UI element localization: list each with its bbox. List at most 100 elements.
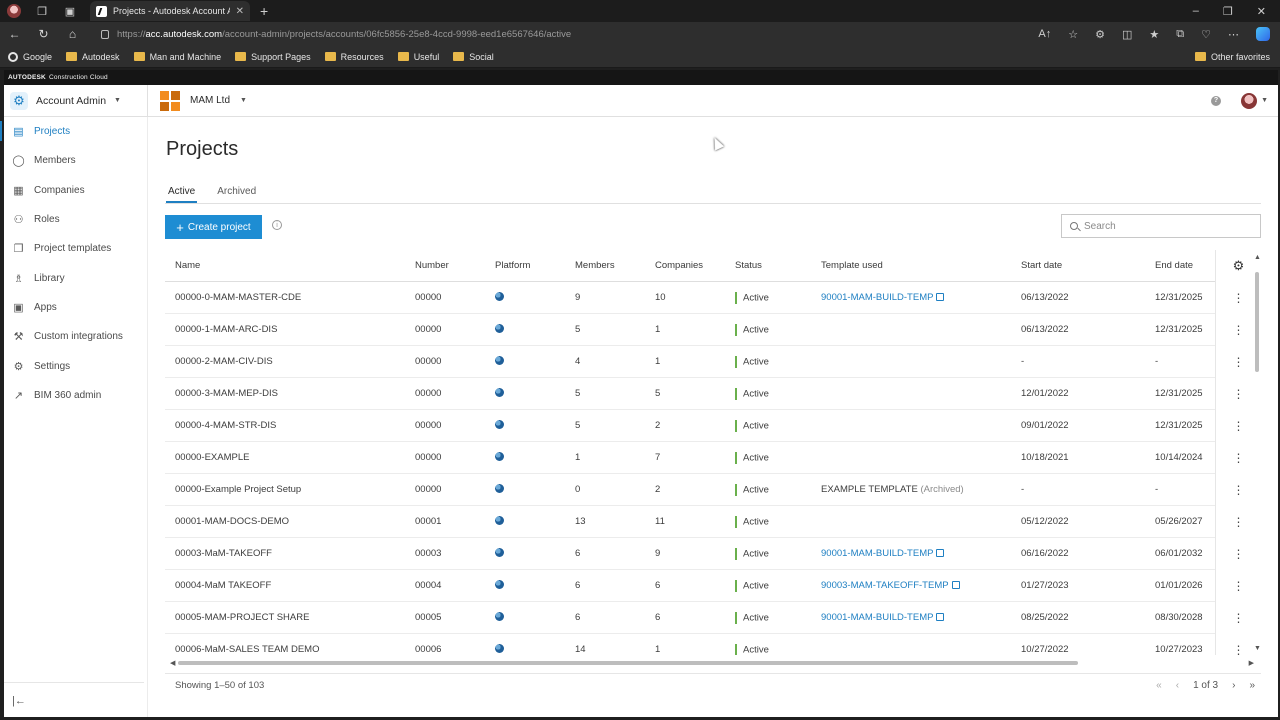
scroll-left-icon[interactable]: ◀ xyxy=(170,659,175,667)
search-input[interactable] xyxy=(1084,220,1244,232)
horizontal-scrollbar[interactable]: ◀ ▶ xyxy=(170,660,1254,667)
sidebar-item-custom-integrations[interactable]: ⚒ Custom integrations xyxy=(4,322,147,351)
column-header-status[interactable]: Status xyxy=(735,260,762,271)
table-row[interactable]: 00004-MaM TAKEOFF 00004 6 6 Active 90003-MAM-… xyxy=(165,570,1261,602)
more-options-icon[interactable]: ⋮ xyxy=(1233,420,1245,432)
sidebar-item-library[interactable]: ♗ Library xyxy=(4,263,147,292)
other-favorites[interactable]: Other favorites xyxy=(1194,52,1280,62)
table-row[interactable]: 00000-2-MAM-CIV-DIS 00000 4 1 Active - - ⋮ xyxy=(165,346,1261,378)
more-options-icon[interactable]: ⋮ xyxy=(1233,484,1245,496)
column-header-companies[interactable]: Companies xyxy=(655,260,703,271)
favorite-social[interactable]: Social xyxy=(453,52,494,62)
favorite-man-and-machine[interactable]: Man and Machine xyxy=(133,52,221,62)
more-options-icon[interactable]: ⋮ xyxy=(1233,388,1245,400)
column-header-platform[interactable]: Platform xyxy=(495,260,530,271)
more-options-icon[interactable]: ⋮ xyxy=(1233,324,1245,336)
more-options-icon[interactable]: ⋮ xyxy=(1233,452,1245,464)
project-name[interactable]: 00006-MaM-SALES TEAM DEMO xyxy=(175,644,319,655)
column-settings-gear-icon[interactable]: ⚙ xyxy=(1233,258,1245,274)
browser-tab[interactable]: Projects - Autodesk Account Adm ✕ xyxy=(90,1,250,21)
new-tab-icon[interactable]: + xyxy=(260,3,268,19)
project-name[interactable]: 00001-MAM-DOCS-DEMO xyxy=(175,516,289,527)
table-row[interactable]: 00001-MAM-DOCS-DEMO 00001 13 11 Active 05/12/… xyxy=(165,506,1261,538)
more-options-icon[interactable]: ⋮ xyxy=(1233,356,1245,368)
favorite-star-icon[interactable]: ☆ xyxy=(1068,28,1078,41)
project-name[interactable]: 00000-1-MAM-ARC-DIS xyxy=(175,324,277,335)
project-name[interactable]: 00005-MAM-PROJECT SHARE xyxy=(175,612,309,623)
scroll-right-icon[interactable]: ▶ xyxy=(1249,659,1254,667)
scroll-down-icon[interactable]: ▼ xyxy=(1254,645,1261,652)
previous-page-icon[interactable]: ‹ xyxy=(1176,680,1179,691)
horizontal-scroll-thumb[interactable] xyxy=(178,661,1078,665)
favorite-support-pages[interactable]: Support Pages xyxy=(235,52,311,62)
read-aloud-icon[interactable]: A↑ xyxy=(1038,28,1051,40)
module-switcher[interactable]: ⚙ Account Admin ▼ xyxy=(4,84,148,117)
split-screen-icon[interactable]: ◫ xyxy=(1122,28,1132,41)
project-name[interactable]: 00000-0-MAM-MASTER-CDE xyxy=(175,292,301,303)
restore-icon[interactable]: ❐ xyxy=(1223,5,1233,18)
last-page-icon[interactable]: » xyxy=(1249,680,1255,691)
more-options-icon[interactable]: ⋮ xyxy=(1233,516,1245,528)
project-name[interactable]: 00003-MaM-TAKEOFF xyxy=(175,548,272,559)
table-row[interactable]: 00000-0-MAM-MASTER-CDE 00000 9 10 Active 9000… xyxy=(165,282,1261,314)
project-name[interactable]: 00000-4-MAM-STR-DIS xyxy=(175,420,276,431)
template-link[interactable]: 90001-MAM-BUILD-TEMP xyxy=(821,612,945,623)
back-icon[interactable]: ← xyxy=(0,27,29,41)
info-icon[interactable]: i xyxy=(272,220,282,230)
next-page-icon[interactable]: › xyxy=(1232,680,1235,691)
extensions-icon[interactable]: ⚙ xyxy=(1095,28,1105,41)
table-row[interactable]: 00000-3-MAM-MEP-DIS 00000 5 5 Active 12/01/20… xyxy=(165,378,1261,410)
more-options-icon[interactable]: ⋮ xyxy=(1233,644,1245,655)
minimize-icon[interactable]: – xyxy=(1193,5,1199,18)
more-options-icon[interactable]: ⋯ xyxy=(1228,28,1239,41)
favorite-google[interactable]: Google xyxy=(8,51,52,62)
column-header-number[interactable]: Number xyxy=(415,260,449,271)
sidebar-item-projects[interactable]: ▤ Projects xyxy=(0,117,147,146)
tab-active[interactable]: Active xyxy=(166,186,198,203)
column-header-members[interactable]: Members xyxy=(575,260,615,271)
more-options-icon[interactable]: ⋮ xyxy=(1233,548,1245,560)
user-menu[interactable]: ▼ xyxy=(1241,92,1268,109)
more-options-icon[interactable]: ⋮ xyxy=(1233,580,1245,592)
column-header-template-used[interactable]: Template used xyxy=(821,260,883,271)
template-link[interactable]: 90003-MAM-TAKEOFF-TEMP xyxy=(821,580,960,591)
more-options-icon[interactable]: ⋮ xyxy=(1233,612,1245,624)
favorite-resources[interactable]: Resources xyxy=(324,52,384,62)
sidebar-item-companies[interactable]: ▦ Companies xyxy=(4,176,147,205)
table-row[interactable]: 00000-4-MAM-STR-DIS 00000 5 2 Active 09/01/20… xyxy=(165,410,1261,442)
collections-icon[interactable]: ⧉ xyxy=(1176,28,1184,41)
create-project-button[interactable]: + Create project xyxy=(165,215,262,239)
table-row[interactable]: 00005-MAM-PROJECT SHARE 00005 6 6 Active 9000… xyxy=(165,602,1261,634)
project-name[interactable]: 00004-MaM TAKEOFF xyxy=(175,580,271,591)
favorites-icon[interactable]: ★ xyxy=(1149,28,1159,41)
column-header-name[interactable]: Name xyxy=(175,260,200,271)
close-tab-icon[interactable]: ✕ xyxy=(236,6,244,17)
table-row[interactable]: 00003-MaM-TAKEOFF 00003 6 9 Active 90001-MAM-… xyxy=(165,538,1261,570)
column-header-start-date[interactable]: Start date xyxy=(1021,260,1062,271)
table-row[interactable]: 00000-1-MAM-ARC-DIS 00000 5 1 Active 06/13/20… xyxy=(165,314,1261,346)
vertical-scroll-thumb[interactable] xyxy=(1255,272,1259,372)
tab-actions-icon[interactable]: ▣ xyxy=(56,0,84,22)
project-name[interactable]: 00000-3-MAM-MEP-DIS xyxy=(175,388,278,399)
project-name[interactable]: 00000-Example Project Setup xyxy=(175,484,301,495)
project-name[interactable]: 00000-2-MAM-CIV-DIS xyxy=(175,356,273,367)
sidebar-item-apps[interactable]: ▣ Apps xyxy=(4,293,147,322)
sidebar-item-members[interactable]: ◯ Members xyxy=(4,146,147,175)
sidebar-item-project-templates[interactable]: ❐ Project templates xyxy=(4,234,147,263)
help-icon[interactable]: ? xyxy=(1211,95,1222,106)
first-page-icon[interactable]: « xyxy=(1156,680,1162,691)
browser-essentials-icon[interactable]: ♡ xyxy=(1201,28,1211,41)
more-options-icon[interactable]: ⋮ xyxy=(1233,292,1245,304)
sidebar-item-roles[interactable]: ⚇ Roles xyxy=(4,205,147,234)
refresh-icon[interactable]: ↻ xyxy=(29,27,58,41)
search-box[interactable] xyxy=(1061,214,1261,238)
vertical-scrollbar[interactable]: ▲ ▼ xyxy=(1254,254,1261,652)
address-bar[interactable]: https://acc.autodesk.com/account-admin/p… xyxy=(95,25,975,43)
home-icon[interactable]: ⌂ xyxy=(58,27,87,41)
table-row[interactable]: 00006-MaM-SALES TEAM DEMO 00006 14 1 Active 1… xyxy=(165,634,1261,655)
copilot-icon[interactable] xyxy=(1256,27,1270,41)
scroll-up-icon[interactable]: ▲ xyxy=(1254,254,1261,261)
favorite-useful[interactable]: Useful xyxy=(397,52,439,62)
template-link[interactable]: 90001-MAM-BUILD-TEMP xyxy=(821,292,945,303)
tab-archived[interactable]: Archived xyxy=(215,186,258,203)
